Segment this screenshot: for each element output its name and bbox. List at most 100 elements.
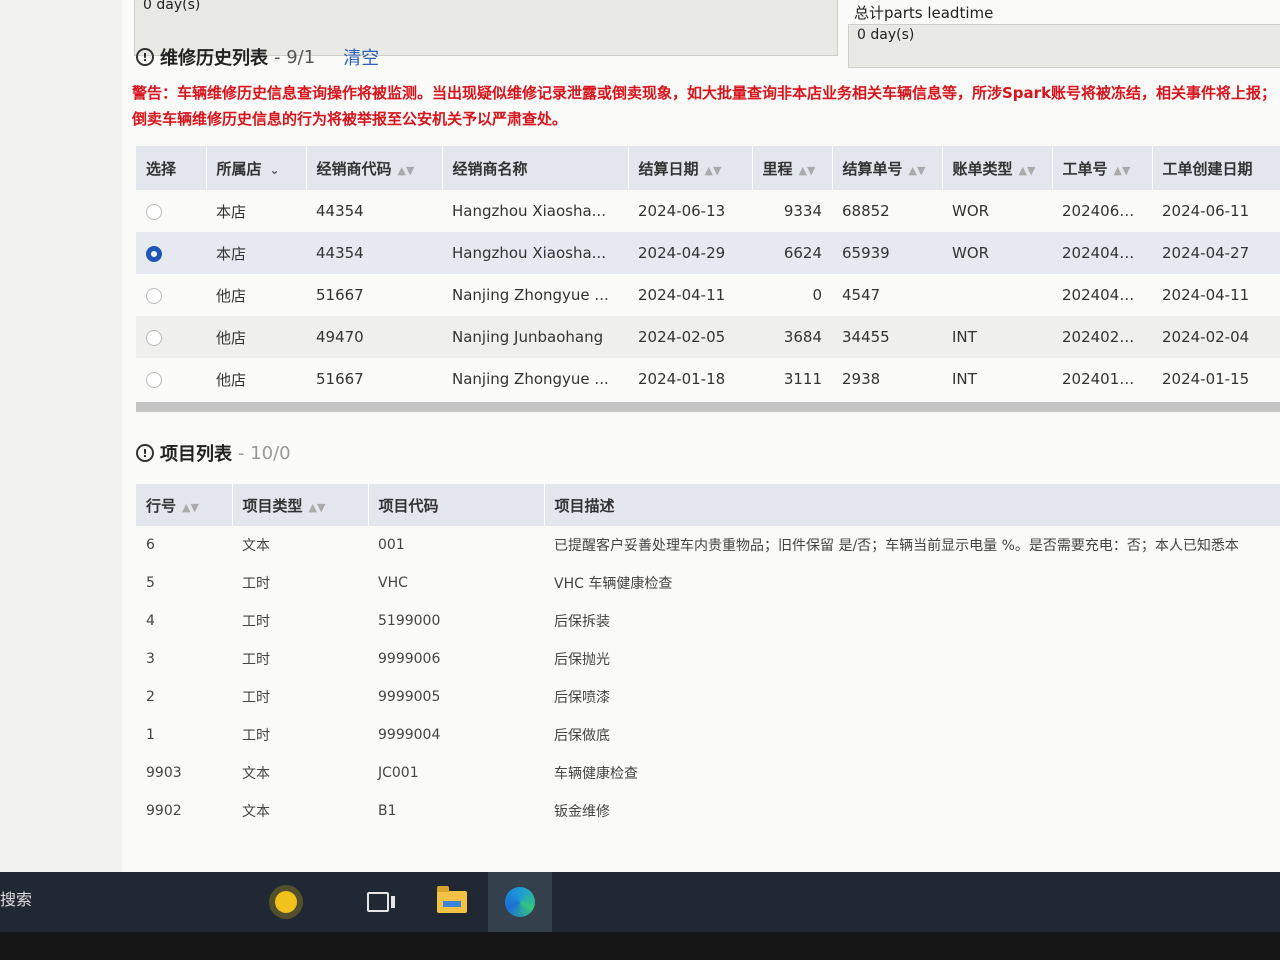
cell-store: 他店 xyxy=(206,316,306,358)
cell-mileage: 9334 xyxy=(783,202,822,220)
taskbar: 搜索 xyxy=(0,872,1280,932)
cell-line-no: 9902 xyxy=(146,803,182,819)
row-radio[interactable] xyxy=(146,203,162,220)
cell-item-desc: 后保做底 xyxy=(554,728,610,744)
cell-item-type: 文本 xyxy=(242,766,270,782)
cell-order-no: 2024061... xyxy=(1062,202,1144,220)
history-section-header: ! 维修历史列表 - 9/1 清空 xyxy=(136,44,379,70)
cell-item-code: JC001 xyxy=(378,765,419,781)
cell-select[interactable] xyxy=(136,190,206,232)
cell-item-code: 9999006 xyxy=(378,651,441,667)
clear-history-link[interactable]: 清空 xyxy=(343,44,379,70)
sort-icon[interactable]: ▲▼ xyxy=(1114,164,1131,177)
monitor-bezel xyxy=(0,932,1280,960)
taskbar-search[interactable]: 搜索 xyxy=(0,886,32,910)
items-table: 行号 ▲▼ 项目类型 ▲▼ 项目代码 项目描述 6 文本 001 已提醒客户妥善处理车内贵… xyxy=(136,484,1280,830)
cell-item-code: 001 xyxy=(378,537,405,553)
cell-item-desc: 后保喷漆 xyxy=(554,690,610,706)
edge-browser-button[interactable] xyxy=(488,872,552,932)
cell-mileage: 3111 xyxy=(783,370,822,388)
cell-settle-no: 34455 xyxy=(832,316,942,358)
cell-select[interactable] xyxy=(136,232,206,274)
row-radio[interactable] xyxy=(146,287,162,304)
cell-dealer-name: Hangzhou Xiaosha... xyxy=(442,232,628,274)
cell-dealer-name: Hangzhou Xiaosha... xyxy=(452,202,606,220)
row-radio[interactable] xyxy=(146,329,162,346)
cell-order-created: 2024-06-11 xyxy=(1162,202,1250,220)
sort-icon[interactable]: ▲▼ xyxy=(909,164,926,177)
cell-select[interactable] xyxy=(136,358,206,400)
table-row[interactable]: 6 文本 001 已提醒客户妥善处理车内贵重物品；旧件保留 是/否；车辆当前显示电量 … xyxy=(136,526,1280,564)
sort-icon[interactable]: ▲▼ xyxy=(398,164,415,177)
cell-settle-no: 4547 xyxy=(842,286,881,304)
col-bill-type[interactable]: 账单类型 ▲▼ xyxy=(942,146,1053,190)
col-line-no[interactable]: 行号 ▲▼ xyxy=(136,484,233,526)
cell-dealer-code: 51667 xyxy=(316,286,364,304)
cell-item-type: 工时 xyxy=(242,728,270,744)
monitoring-warning: 警告：车辆维修历史信息查询操作将被监测。当出现疑似维修记录泄露或倒卖现象，如大批… xyxy=(132,84,1277,128)
cell-order-created: 2024-02-04 xyxy=(1152,316,1280,358)
table-row[interactable]: 他店 49470 Nanjing Junbaohang 2024-02-05 3684 3… xyxy=(136,316,1280,358)
cell-bill-type: WOR xyxy=(942,232,1052,274)
cell-bill-type xyxy=(942,274,1052,316)
items-count: - 10/0 xyxy=(238,442,291,464)
parts-leadtime-label: 总计parts leadtime xyxy=(854,4,994,22)
cell-item-desc: 钣金维修 xyxy=(554,804,610,820)
history-body: 本店 44354 Hangzhou Xiaosha... 2024-06-13 9334… xyxy=(136,190,1280,400)
table-row[interactable]: 他店 51667 Nanjing Zhongyue ... 2024-01-18 311… xyxy=(136,358,1280,400)
table-row[interactable]: 9902 文本 B1 钣金维修 xyxy=(136,792,1280,830)
sort-icon[interactable]: ▲▼ xyxy=(309,501,326,514)
cell-item-code: 9999005 xyxy=(378,689,441,705)
cell-item-code: VHC xyxy=(378,575,408,591)
table-row[interactable]: 1 工时 9999004 后保做底 xyxy=(136,716,1280,754)
cell-dealer-code: 44354 xyxy=(306,232,442,274)
table-row[interactable]: 4 工时 5199000 后保拆装 xyxy=(136,602,1280,640)
cell-item-type: 文本 xyxy=(242,538,270,554)
sort-icon[interactable]: ▲▼ xyxy=(182,501,199,514)
col-order-no[interactable]: 工单号 ▲▼ xyxy=(1052,146,1153,190)
cell-select[interactable] xyxy=(136,274,206,316)
table-row[interactable]: 9903 文本 JC001 车辆健康检查 xyxy=(136,754,1280,792)
cell-order-created: 2024-04-11 xyxy=(1162,286,1250,304)
col-settle-no[interactable]: 结算单号 ▲▼ xyxy=(832,146,943,190)
col-mileage[interactable]: 里程 ▲▼ xyxy=(752,146,833,190)
weather-button[interactable] xyxy=(254,872,318,932)
history-horizontal-scrollbar[interactable] xyxy=(136,402,1280,412)
chevron-down-icon[interactable]: ⌄ xyxy=(270,163,280,177)
cell-item-code: 9999004 xyxy=(378,727,441,743)
col-store[interactable]: 所属店 ⌄ xyxy=(206,146,307,190)
cell-order-created: 2024-01-15 xyxy=(1162,370,1250,388)
cell-store: 本店 xyxy=(216,202,247,221)
col-dealer-code[interactable]: 经销商代码 ▲▼ xyxy=(306,146,443,190)
cell-line-no: 6 xyxy=(146,537,155,553)
edge-icon xyxy=(505,887,535,917)
cell-item-type: 工时 xyxy=(242,614,270,630)
cell-item-desc: 后保抛光 xyxy=(554,652,610,668)
col-settle-date[interactable]: 结算日期 ▲▼ xyxy=(628,146,753,190)
cell-dealer-code: 49470 xyxy=(306,316,442,358)
task-view-button[interactable] xyxy=(346,872,410,932)
cell-select[interactable] xyxy=(136,316,206,358)
cell-item-type: 工时 xyxy=(242,652,270,668)
table-row[interactable]: 本店 44354 Hangzhou Xiaosha... 2024-06-13 9334… xyxy=(136,190,1280,232)
info-icon: ! xyxy=(136,444,154,462)
sort-icon[interactable]: ▲▼ xyxy=(1019,164,1036,177)
table-row[interactable]: 2 工时 9999005 后保喷漆 xyxy=(136,678,1280,716)
row-radio[interactable] xyxy=(146,371,162,388)
cell-settle-date: 2024-06-13 xyxy=(638,202,726,220)
cell-line-no: 9903 xyxy=(146,765,182,781)
sort-icon[interactable]: ▲▼ xyxy=(799,164,816,177)
sun-icon xyxy=(275,891,297,913)
row-radio[interactable] xyxy=(146,245,162,262)
cell-item-type: 文本 xyxy=(242,804,270,820)
table-row[interactable]: 本店 44354 Hangzhou Xiaosha... 2024-04-29 6624… xyxy=(136,232,1280,274)
cell-item-desc: 后保拆装 xyxy=(554,614,610,630)
parts-leadtime-field[interactable]: 0 day(s) xyxy=(848,24,1280,68)
table-row[interactable]: 3 工时 9999006 后保抛光 xyxy=(136,640,1280,678)
items-body: 6 文本 001 已提醒客户妥善处理车内贵重物品；旧件保留 是/否；车辆当前显示电量 … xyxy=(136,526,1280,830)
table-row[interactable]: 他店 51667 Nanjing Zhongyue ... 2024-04-11 0 45… xyxy=(136,274,1280,316)
sort-icon[interactable]: ▲▼ xyxy=(705,164,722,177)
file-explorer-button[interactable] xyxy=(420,872,484,932)
col-item-type[interactable]: 项目类型 ▲▼ xyxy=(232,484,369,526)
table-row[interactable]: 5 工时 VHC VHC 车辆健康检查 xyxy=(136,564,1280,602)
